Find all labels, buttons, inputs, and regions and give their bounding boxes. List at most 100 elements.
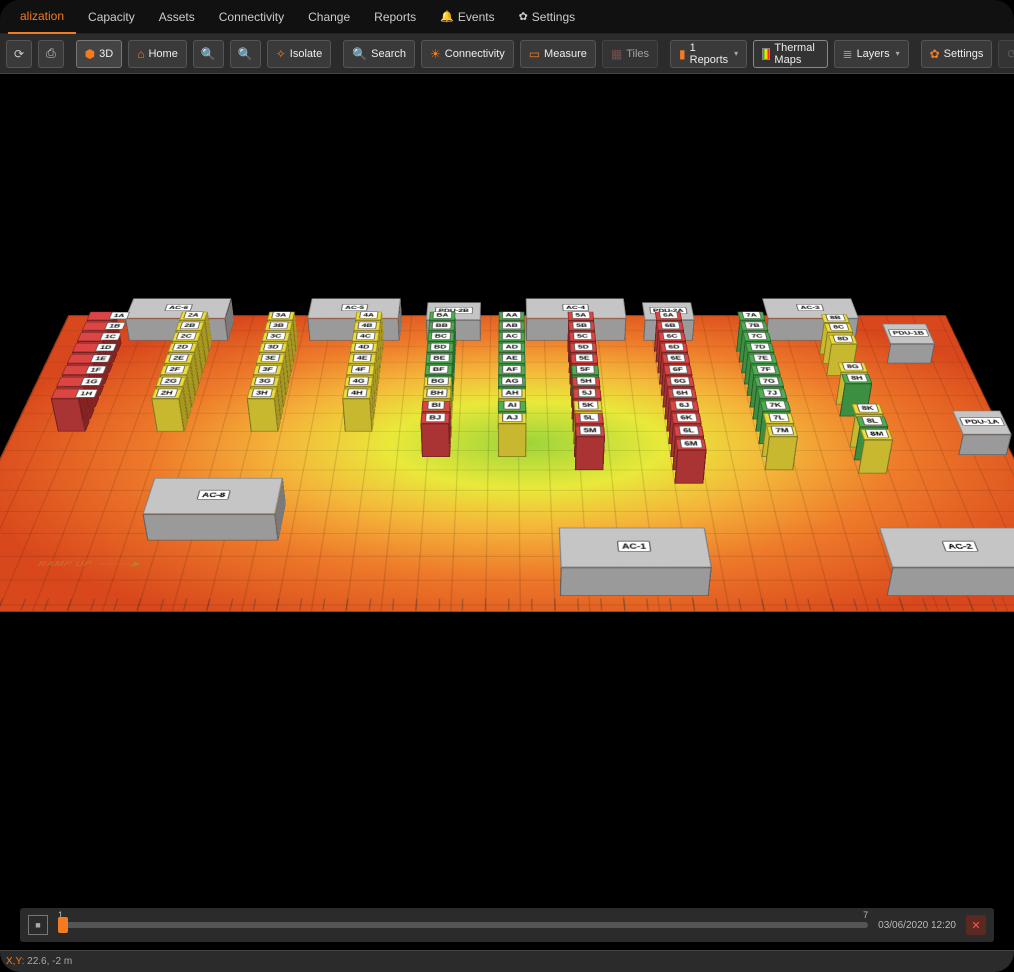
rack-label: AH [501, 389, 522, 397]
zoom-out-icon: 🔍 [238, 47, 253, 61]
rack-label: BJ [425, 413, 446, 422]
rack-label: 5M [579, 426, 601, 435]
rack-label: AF [502, 365, 522, 373]
rack-label: 5E [575, 354, 594, 362]
connectivity-button[interactable]: ☀Connectivity [421, 40, 514, 68]
tab-reports[interactable]: Reports [362, 0, 428, 34]
timeline-track[interactable]: 1 7 [58, 922, 868, 928]
rack-6m[interactable]: 6M [673, 473, 704, 484]
rack-label: BG [427, 377, 449, 385]
layers-icon: ≣ [843, 47, 853, 61]
zoom-out-button[interactable]: 🔍 [230, 40, 261, 68]
ac-unit-ac-2[interactable]: AC-2 [874, 556, 1014, 596]
rack-label: 6J [674, 401, 694, 410]
view-3d-button[interactable]: ⬢3D [76, 40, 123, 68]
rack-4h[interactable]: 4H [345, 422, 374, 432]
thermal-maps-button[interactable]: Thermal Maps [753, 40, 827, 68]
tab-connectivity[interactable]: Connectivity [207, 0, 296, 34]
print-icon: ⎙ [46, 46, 56, 61]
refresh-button[interactable]: ⟳ [6, 40, 32, 68]
rack-2h[interactable]: 2H [157, 422, 188, 432]
rack-label: 6C [662, 332, 682, 340]
rack-3h[interactable]: 3H [251, 422, 281, 432]
settings-button[interactable]: ✿Settings [921, 40, 993, 68]
rack-1h[interactable]: 1H [58, 422, 90, 432]
rack-label: 7L [768, 413, 789, 422]
ac-unit-ac-1[interactable]: AC-1 [558, 556, 709, 596]
rack-label: BF [429, 365, 449, 373]
rack-label: BE [429, 354, 449, 362]
rack-label: 6K [676, 413, 698, 422]
tab-visualization[interactable]: alization [8, 0, 76, 34]
rack-label: 5L [579, 413, 599, 422]
layers-dropdown[interactable]: ≣Layers▾ [834, 40, 909, 68]
rack-label: 8K [856, 404, 879, 413]
rack-7m[interactable]: 7M [762, 460, 793, 471]
rack-label: 8B [825, 314, 846, 321]
rack-label: BD [430, 343, 451, 351]
rack-label: BB [432, 322, 452, 329]
tiles-button[interactable]: ▦Tiles [602, 40, 658, 68]
tab-settings[interactable]: ✿Settings [507, 0, 588, 34]
rack-label: 1E [90, 355, 112, 363]
stop-button[interactable]: ■ [28, 915, 48, 935]
timeline-close-button[interactable]: ✕ [966, 915, 986, 935]
rack-label: 7E [753, 354, 773, 362]
rack-label: 8M [864, 429, 889, 438]
rack-label: 5C [573, 332, 592, 340]
rack-label: 1H [75, 389, 98, 397]
rack-label: 2H [156, 389, 178, 397]
isolate-button[interactable]: ✧Isolate [267, 40, 331, 68]
rack-label: 1F [85, 366, 107, 374]
zoom-in-button[interactable]: 🔍 [193, 40, 224, 68]
rack-label: AC-4 [562, 304, 589, 311]
rack-5m[interactable]: 5M [574, 460, 603, 471]
reports-dropdown[interactable]: ▮1 Reports▾ [670, 40, 747, 68]
rack-label: 7G [758, 377, 780, 385]
ac-unit-ac-8[interactable]: AC-8 [147, 504, 286, 541]
pdu-unit-pdu-1a[interactable]: PDU-1A [948, 431, 1007, 455]
rack-label: 8L [861, 416, 883, 425]
rack-label: 3H [251, 389, 273, 397]
rack-8m[interactable]: 8M [855, 463, 887, 474]
tab-change[interactable]: Change [296, 0, 362, 34]
rack-label: 4A [359, 312, 378, 319]
main-tabs: alization Capacity Assets Connectivity C… [0, 0, 1014, 34]
print-button[interactable]: ⎙ [38, 40, 64, 68]
tiles-icon: ▦ [611, 47, 622, 61]
rack-label: 3F [258, 365, 278, 373]
rack-label: BH [426, 389, 448, 397]
rack-bj[interactable]: BJ [422, 447, 451, 457]
rack-label: 4F [351, 365, 370, 373]
rack-label: AC-6 [164, 304, 193, 311]
home-button[interactable]: ⌂Home [128, 40, 187, 68]
3d-viewport[interactable]: RAMP UP ────▶ AC-6AC-5PDU-2BAC-4PDU-2AAC… [0, 74, 1014, 784]
rack-label: PDU-1A [959, 417, 1005, 426]
gear-icon: ✿ [930, 47, 940, 61]
measure-button[interactable]: ▭Measure [520, 40, 596, 68]
rack-label: 7C [747, 332, 767, 340]
caret-icon: ▾ [896, 49, 900, 58]
rack-label: 6D [664, 343, 684, 351]
sync-button[interactable]: ⟳Sync [998, 40, 1014, 68]
rack-label: 8G [842, 363, 864, 371]
tab-events[interactable]: 🔔Events [428, 0, 506, 34]
rack-label: AG [501, 377, 522, 385]
timeline-timestamp: 03/06/2020 12:20 [878, 920, 956, 931]
rack-label: AC-3 [796, 304, 824, 311]
rack-label: 5B [572, 322, 591, 329]
rack-label: 5J [578, 389, 597, 397]
tab-capacity[interactable]: Capacity [76, 0, 147, 34]
rack-label: 1G [80, 378, 103, 386]
search-button[interactable]: 🔍Search [343, 40, 415, 68]
bell-icon: 🔔 [440, 10, 454, 23]
tab-assets[interactable]: Assets [147, 0, 207, 34]
rack-label: 4C [356, 332, 376, 340]
rack-label: 5K [578, 401, 598, 410]
rack-label: 2E [168, 354, 189, 362]
rack-label: 6A [659, 312, 678, 319]
timeline-knob[interactable] [58, 917, 68, 933]
rack-aj[interactable]: AJ [498, 447, 526, 457]
pdu-unit-pdu-1b[interactable]: PDU-1B [879, 344, 931, 364]
rack-label: 6H [672, 389, 693, 397]
